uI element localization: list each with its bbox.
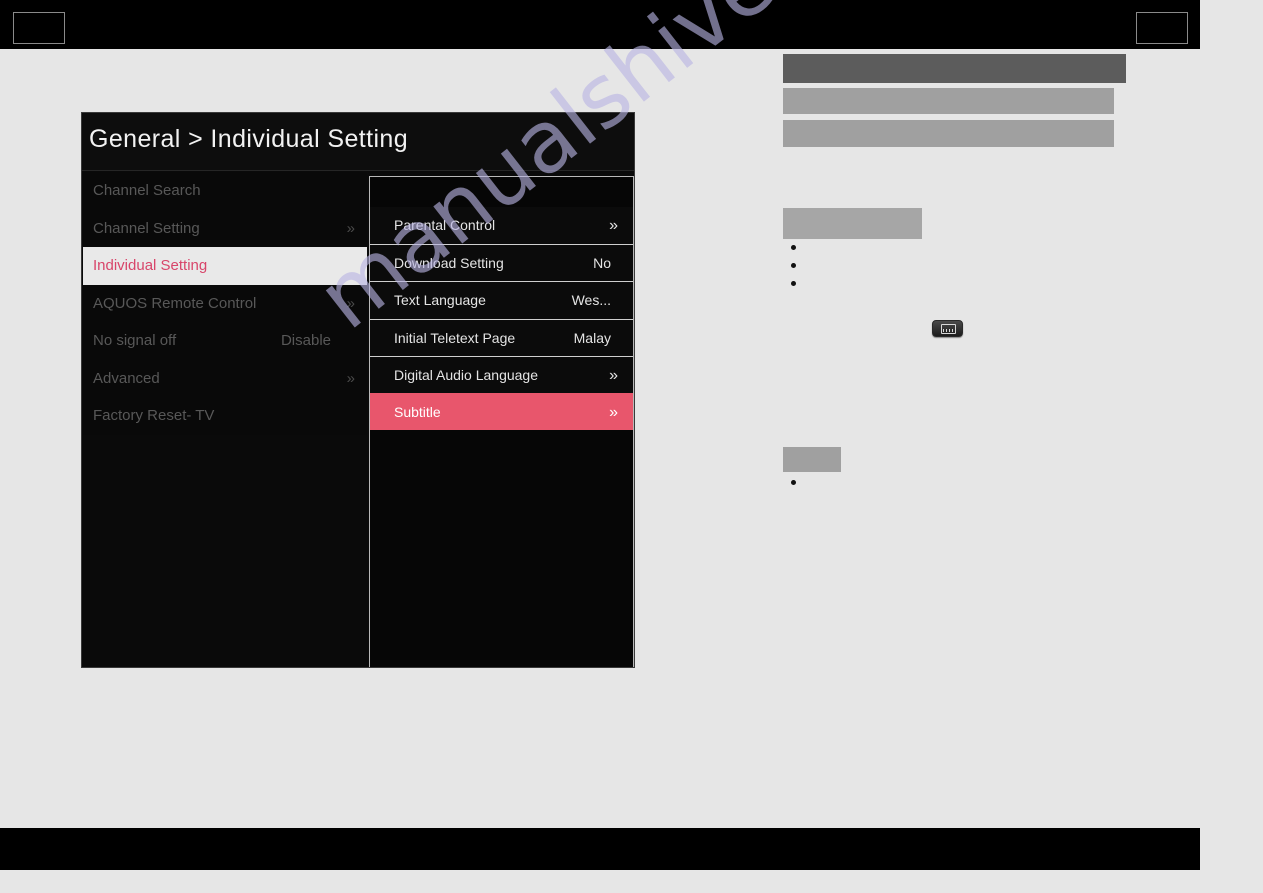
- submenu-item-label: Download Setting: [394, 255, 504, 272]
- chevron-right-icon: »: [346, 294, 355, 312]
- menu-item-label: Channel Setting: [93, 219, 200, 237]
- list-item-bullet: [791, 480, 796, 485]
- redacted-heading-bar: [783, 54, 1126, 83]
- redacted-text-bar-1: [783, 88, 1114, 114]
- list-item-bullet: [791, 245, 796, 250]
- header-box-left: [13, 12, 65, 44]
- menu-item-label: Individual Setting: [93, 257, 208, 274]
- submenu-item-label: Parental Control: [394, 217, 496, 233]
- page-root: General > Individual Setting Channel Sea…: [0, 0, 1263, 893]
- osd-title-bar: General > Individual Setting: [82, 113, 634, 171]
- chevron-right-icon: »: [609, 217, 618, 234]
- menu-item-label: AQUOS Remote Control: [93, 294, 257, 312]
- redacted-text-bar-2: [783, 120, 1114, 147]
- menu-item-channel-search[interactable]: Channel Search: [83, 172, 367, 210]
- menu-item-label: Channel Search: [93, 182, 201, 199]
- chevron-right-icon: »: [346, 369, 355, 387]
- submenu-item-initial-teletext-page[interactable]: Initial Teletext Page Malay: [370, 318, 633, 356]
- redacted-subheading: [783, 208, 922, 239]
- submenu-item-subtitle[interactable]: Subtitle »: [370, 392, 633, 431]
- footer-band: [0, 828, 1200, 870]
- menu-item-advanced[interactable]: Advanced »: [83, 359, 367, 397]
- osd-submenu-panel: Parental Control » Download Setting No T…: [369, 176, 634, 667]
- chevron-right-icon: »: [609, 403, 618, 421]
- redacted-note-bar: [783, 447, 841, 472]
- list-item-bullet: [791, 263, 796, 268]
- menu-item-factory-reset-tv[interactable]: Factory Reset- TV: [83, 397, 367, 435]
- submenu-item-value: Malay: [573, 329, 611, 346]
- menu-item-label: Advanced: [93, 369, 160, 387]
- submenu-item-value: Wes...: [571, 292, 611, 309]
- chevron-right-icon: »: [609, 366, 618, 384]
- breadcrumb-title: General > Individual Setting: [89, 125, 409, 153]
- menu-item-channel-setting[interactable]: Channel Setting »: [83, 209, 367, 247]
- submenu-item-label: Subtitle: [394, 403, 441, 420]
- header-band: [0, 0, 1200, 49]
- header-box-right: [1136, 12, 1188, 44]
- subtitle-key-icon: [932, 320, 963, 337]
- menu-item-label: Factory Reset- TV: [93, 407, 215, 424]
- submenu-item-digital-audio-language[interactable]: Digital Audio Language »: [370, 355, 633, 393]
- menu-item-value: Disable: [280, 332, 331, 349]
- submenu-item-parental-control[interactable]: Parental Control »: [370, 207, 633, 245]
- list-item-bullet: [791, 281, 796, 286]
- submenu-item-download-setting[interactable]: Download Setting No: [370, 244, 633, 282]
- menu-item-aquos-remote-control[interactable]: AQUOS Remote Control »: [83, 284, 367, 322]
- submenu-item-label: Digital Audio Language: [394, 366, 539, 383]
- key-caption-lines: [943, 329, 954, 332]
- submenu-item-label: Text Language: [394, 292, 486, 309]
- menu-item-individual-setting[interactable]: Individual Setting: [83, 247, 367, 285]
- menu-item-no-signal-off[interactable]: No signal off Disable: [83, 322, 367, 360]
- submenu-item-label: Initial Teletext Page: [394, 329, 516, 346]
- menu-item-label: No signal off: [93, 332, 177, 349]
- osd-submenu-list: Parental Control » Download Setting No T…: [370, 207, 633, 431]
- osd-left-menu: Channel Search Channel Setting » Individ…: [83, 172, 367, 435]
- submenu-item-value: No: [593, 255, 611, 272]
- chevron-right-icon: »: [346, 219, 355, 237]
- submenu-item-text-language[interactable]: Text Language Wes...: [370, 281, 633, 319]
- tv-osd-panel: General > Individual Setting Channel Sea…: [81, 112, 635, 668]
